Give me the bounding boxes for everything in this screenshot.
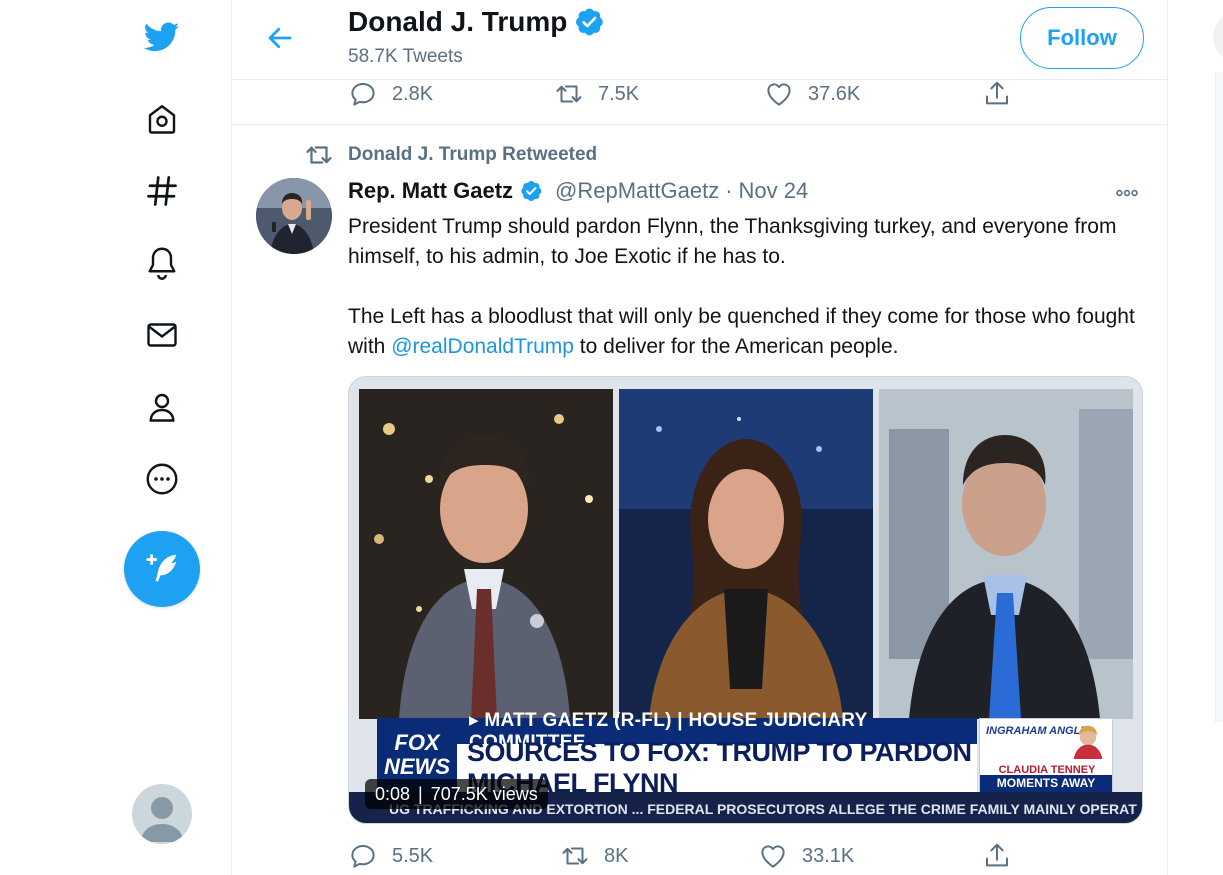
share-icon: [986, 843, 1008, 867]
compose-tweet-button[interactable]: [124, 531, 200, 607]
tweet-paragraph-2: The Left has a bloodlust that will only …: [348, 302, 1138, 362]
segment-banner: MOMENTS AWAY: [980, 775, 1112, 792]
back-button[interactable]: [260, 20, 300, 56]
video-frame-gaetz: [359, 389, 613, 719]
video-stats-badge: 0:08 | 707.5K views: [365, 779, 548, 809]
retweet-action[interactable]: 7.5K: [554, 76, 639, 112]
like-count: 33.1K: [802, 844, 855, 867]
previous-tweet-actions: 2.8K 7.5K 37.6K: [348, 76, 1028, 112]
retweet-icon: [306, 146, 332, 164]
person-icon: [149, 393, 175, 422]
badge-separator: |: [418, 783, 423, 804]
twitter-bird-icon: [144, 22, 180, 52]
tweet-actions: 5.5K 8K 33.1K: [348, 838, 1028, 874]
guest-thumbnail: [1073, 725, 1103, 759]
profile-header: Donald J. Trump 58.7K Tweets Follow: [232, 0, 1167, 80]
retweet-count: 7.5K: [598, 82, 640, 105]
like-action[interactable]: 33.1K: [758, 838, 854, 874]
tweet-date[interactable]: Nov 24: [739, 178, 809, 204]
video-frame-host: [619, 389, 873, 719]
video-duration: 0:08: [375, 783, 411, 804]
hashtag-icon: [147, 176, 177, 206]
twitter-logo-icon[interactable]: [137, 12, 187, 62]
reply-bubble-icon: [351, 845, 375, 868]
nav-more[interactable]: [137, 454, 187, 504]
left-navigation: [0, 0, 232, 875]
profile-name-text: Donald J. Trump: [348, 6, 568, 37]
profile-name: Donald J. Trump: [348, 6, 605, 38]
video-panel-left: [359, 389, 613, 719]
retweet-icon: [556, 85, 582, 103]
tweet-more-button[interactable]: [1112, 178, 1142, 208]
follow-button[interactable]: Follow: [1020, 7, 1144, 69]
author-name[interactable]: Rep. Matt Gaetz: [348, 178, 513, 204]
verified-badge-icon: [521, 181, 542, 201]
reply-action[interactable]: 5.5K: [348, 838, 433, 874]
author-handle[interactable]: @RepMattGaetz: [555, 178, 719, 204]
video-panel-right: [879, 389, 1133, 719]
share-icon: [986, 81, 1008, 105]
nav-home[interactable]: [137, 94, 187, 144]
share-action[interactable]: [982, 838, 1012, 874]
author-photo: [256, 178, 332, 254]
tweet-divider: [232, 124, 1167, 125]
reply-action[interactable]: 2.8K: [348, 76, 433, 112]
tweet-text: President Trump should pardon Flynn, the…: [348, 212, 1138, 392]
account-avatar[interactable]: [132, 784, 192, 844]
tweet-p2-end: to deliver for the American people.: [573, 335, 899, 358]
video-panel-middle: [619, 389, 873, 719]
more-circle-icon: [146, 463, 178, 495]
home-icon: [148, 105, 176, 134]
nav-profile[interactable]: [137, 382, 187, 432]
heart-icon: [761, 845, 785, 868]
tweet-paragraph-1: President Trump should pardon Flynn, the…: [348, 215, 1117, 268]
mention-link[interactable]: @realDonaldTrump: [391, 335, 574, 358]
arrow-left-icon: [268, 27, 292, 49]
default-avatar-icon: [140, 797, 184, 842]
share-action[interactable]: [982, 76, 1012, 112]
right-rail-panel-edge: [1215, 72, 1223, 722]
reply-bubble-icon: [351, 83, 375, 106]
right-rail-search-edge[interactable]: [1213, 12, 1223, 62]
compose-quill-icon: [146, 554, 177, 582]
like-action[interactable]: 37.6K: [764, 76, 860, 112]
like-count: 37.6K: [808, 82, 861, 105]
mail-icon: [147, 323, 177, 347]
author-avatar[interactable]: [256, 178, 332, 254]
retweet-action[interactable]: 8K: [560, 838, 628, 874]
nav-messages[interactable]: [137, 310, 187, 360]
retweet-context-text: Donald J. Trump Retweeted: [348, 144, 598, 165]
tweet-video[interactable]: FOX NEWS ▸ MATT GAETZ (R-FL) | HOUSE JUD…: [348, 376, 1143, 824]
retweet-count: 8K: [604, 844, 629, 867]
tweet-count: 58.7K Tweets: [348, 46, 463, 67]
more-dots-icon: [1116, 189, 1138, 197]
nav-explore[interactable]: [137, 166, 187, 216]
retweet-icon: [562, 847, 588, 865]
bell-icon: [148, 247, 176, 280]
video-frame-guest: [879, 389, 1133, 719]
verified-badge-icon: [576, 8, 604, 36]
fox-logo-line2: NEWS: [384, 754, 450, 779]
nav-notifications[interactable]: [137, 238, 187, 288]
dot-separator: ·: [725, 178, 733, 203]
reply-count: 2.8K: [392, 82, 434, 105]
fox-logo-line1: FOX: [394, 730, 440, 755]
show-graphic: INGRAHAM ANGLE CLAUDIA TENNEY MOMENTS AW…: [979, 718, 1113, 792]
tweet-header: Rep. Matt Gaetz @RepMattGaetz · Nov 24: [348, 178, 808, 204]
main-timeline-column: Donald J. Trump 58.7K Tweets Follow 2.8K…: [232, 0, 1168, 875]
reply-count: 5.5K: [392, 844, 434, 867]
heart-icon: [767, 83, 791, 106]
retweet-context[interactable]: Donald J. Trump Retweeted: [304, 140, 597, 170]
video-views: 707.5K views: [430, 783, 538, 804]
